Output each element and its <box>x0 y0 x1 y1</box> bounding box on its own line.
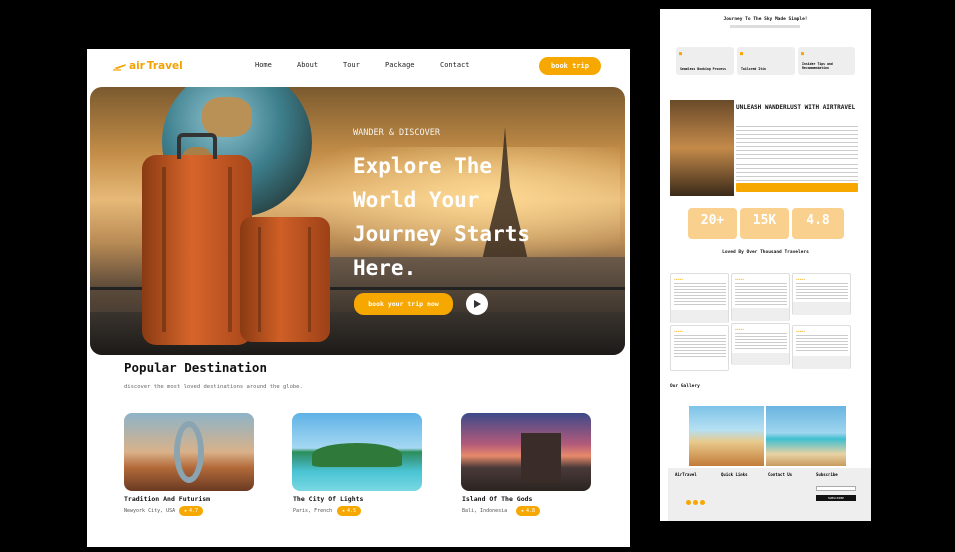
play-icon <box>474 300 481 308</box>
hero-title-line-1: Explore The <box>353 154 493 178</box>
testimonial-card: ★★★★★ <box>792 325 851 369</box>
logo-air: air <box>129 60 145 72</box>
social-icon[interactable] <box>700 500 705 505</box>
destination-location-2: Paris, French <box>293 508 333 514</box>
feature-label-2: Tailored Itin <box>741 67 766 71</box>
destination-image-bali[interactable] <box>461 413 591 491</box>
feature-icon: ■ <box>679 51 683 57</box>
about-image <box>670 100 734 196</box>
rating-badge-3: ★ 4.8 <box>516 506 541 516</box>
rating-badge-2: ★ 4.5 <box>337 506 362 516</box>
book-your-trip-button[interactable]: book your trip now <box>354 293 453 315</box>
footer-quick-links: Quick Links <box>721 472 748 477</box>
destination-name-3: Island Of The Gods <box>462 495 533 503</box>
popular-destination-subtitle: discover the most loved destinations aro… <box>124 384 303 390</box>
book-trip-button[interactable]: book trip <box>539 57 601 75</box>
main-page-preview: air Travel Home About Tour Package Contac… <box>87 49 630 547</box>
rating-value-2: 4.5 <box>347 508 357 514</box>
stars-icon: ★★★★★ <box>735 327 745 331</box>
hero-title-line-3: Journey Starts <box>353 222 531 246</box>
stars-icon: ★★★★★ <box>735 277 745 281</box>
stars-icon: ★★★★★ <box>674 277 684 281</box>
social-icon[interactable] <box>693 500 698 505</box>
nav-contact[interactable]: Contact <box>440 61 470 69</box>
subscribe-button[interactable]: SUBSCRIBE <box>816 495 856 501</box>
top-navbar: air Travel Home About Tour Package Contac… <box>87 49 630 85</box>
about-title: UNLEASH WANDERLUST WITH AIRTRAVEL <box>736 104 856 111</box>
star-icon: ★ <box>184 508 188 514</box>
logo-travel: Travel <box>146 60 183 72</box>
stat-1: 20+ <box>688 208 737 239</box>
site-logo[interactable]: air Travel <box>113 60 183 72</box>
large-suitcase <box>142 133 252 345</box>
footer-brand: AirTravel <box>675 472 697 477</box>
destination-image-paris[interactable] <box>292 413 422 491</box>
footer-contact: Contact Us <box>768 472 793 477</box>
nav-tour[interactable]: Tour <box>343 61 360 69</box>
stat-2: 15K <box>740 208 789 239</box>
feature-card-2: ■ Tailored Itin <box>737 47 795 75</box>
testimonial-card: ★★★★★ <box>731 273 790 321</box>
testimonial-card: ★★★★★ <box>731 323 790 365</box>
hero-kicker: WANDER & DISCOVER <box>353 128 440 138</box>
testimonial-card: ★★★★★ <box>792 273 851 315</box>
gallery-image-2[interactable] <box>766 406 846 466</box>
plane-icon <box>113 63 126 71</box>
small-suitcase <box>240 217 330 342</box>
destination-name-2: The City Of Lights <box>293 495 364 503</box>
testimonial-card: ★★★★★ <box>670 273 729 323</box>
star-icon: ★ <box>521 508 525 514</box>
hero-title-line-2: World Your <box>353 188 480 212</box>
footer-email-input[interactable] <box>816 486 856 491</box>
footer: AirTravel Quick Links Contact Us Subscri… <box>668 468 871 521</box>
play-video-button[interactable] <box>466 293 488 315</box>
fullpage-preview: Journey To The Sky Made Simple! ■ Seamle… <box>660 9 871 521</box>
destination-location-3: Bali, Indonesia <box>462 508 508 514</box>
gallery-image-1[interactable] <box>689 406 764 466</box>
about-cta-button[interactable] <box>736 183 858 192</box>
feature-card-1: ■ Seamless Booking Process <box>676 47 734 75</box>
popular-destination-title: Popular Destination <box>124 360 267 375</box>
testimonials-title: Loved By Over Thousand Travelers <box>722 250 809 255</box>
feature-label-1: Seamless Booking Process <box>680 67 727 71</box>
hero-banner: WANDER & DISCOVER Explore The World Your… <box>90 87 625 355</box>
feature-icon: ■ <box>740 51 744 57</box>
rating-value-1: 4.7 <box>189 508 199 514</box>
side-title: Journey To The Sky Made Simple! <box>723 17 808 22</box>
feature-icon: ■ <box>801 51 805 57</box>
nav-home[interactable]: Home <box>255 61 272 69</box>
rating-value-3: 4.8 <box>526 508 536 514</box>
feature-card-3: ■ Insider Tips and Recommendation <box>798 47 855 75</box>
gallery-title: Our Gallery <box>670 384 700 389</box>
about-text <box>736 126 858 162</box>
stars-icon: ★★★★★ <box>674 329 684 333</box>
hero-title: Explore The World Your Journey Starts He… <box>353 149 530 285</box>
feature-label-3: Insider Tips and Recommendation <box>802 62 833 70</box>
stars-icon: ★★★★★ <box>796 277 806 281</box>
nav-about[interactable]: About <box>297 61 318 69</box>
hero-title-line-4: Here. <box>353 256 417 280</box>
destination-image-newyork[interactable] <box>124 413 254 491</box>
footer-subscribe: Subscribe <box>816 472 838 477</box>
rating-badge-1: ★ 4.7 <box>179 506 204 516</box>
nav-package[interactable]: Package <box>385 61 415 69</box>
destination-location-1: Newyork City, USA <box>124 508 176 514</box>
social-icons <box>686 500 706 506</box>
stat-3: 4.8 <box>792 208 844 239</box>
testimonial-card: ★★★★★ <box>670 325 729 371</box>
destination-name-1: Tradition And Futurism <box>124 495 211 503</box>
stars-icon: ★★★★★ <box>796 329 806 333</box>
star-icon: ★ <box>342 508 346 514</box>
social-icon[interactable] <box>686 500 691 505</box>
